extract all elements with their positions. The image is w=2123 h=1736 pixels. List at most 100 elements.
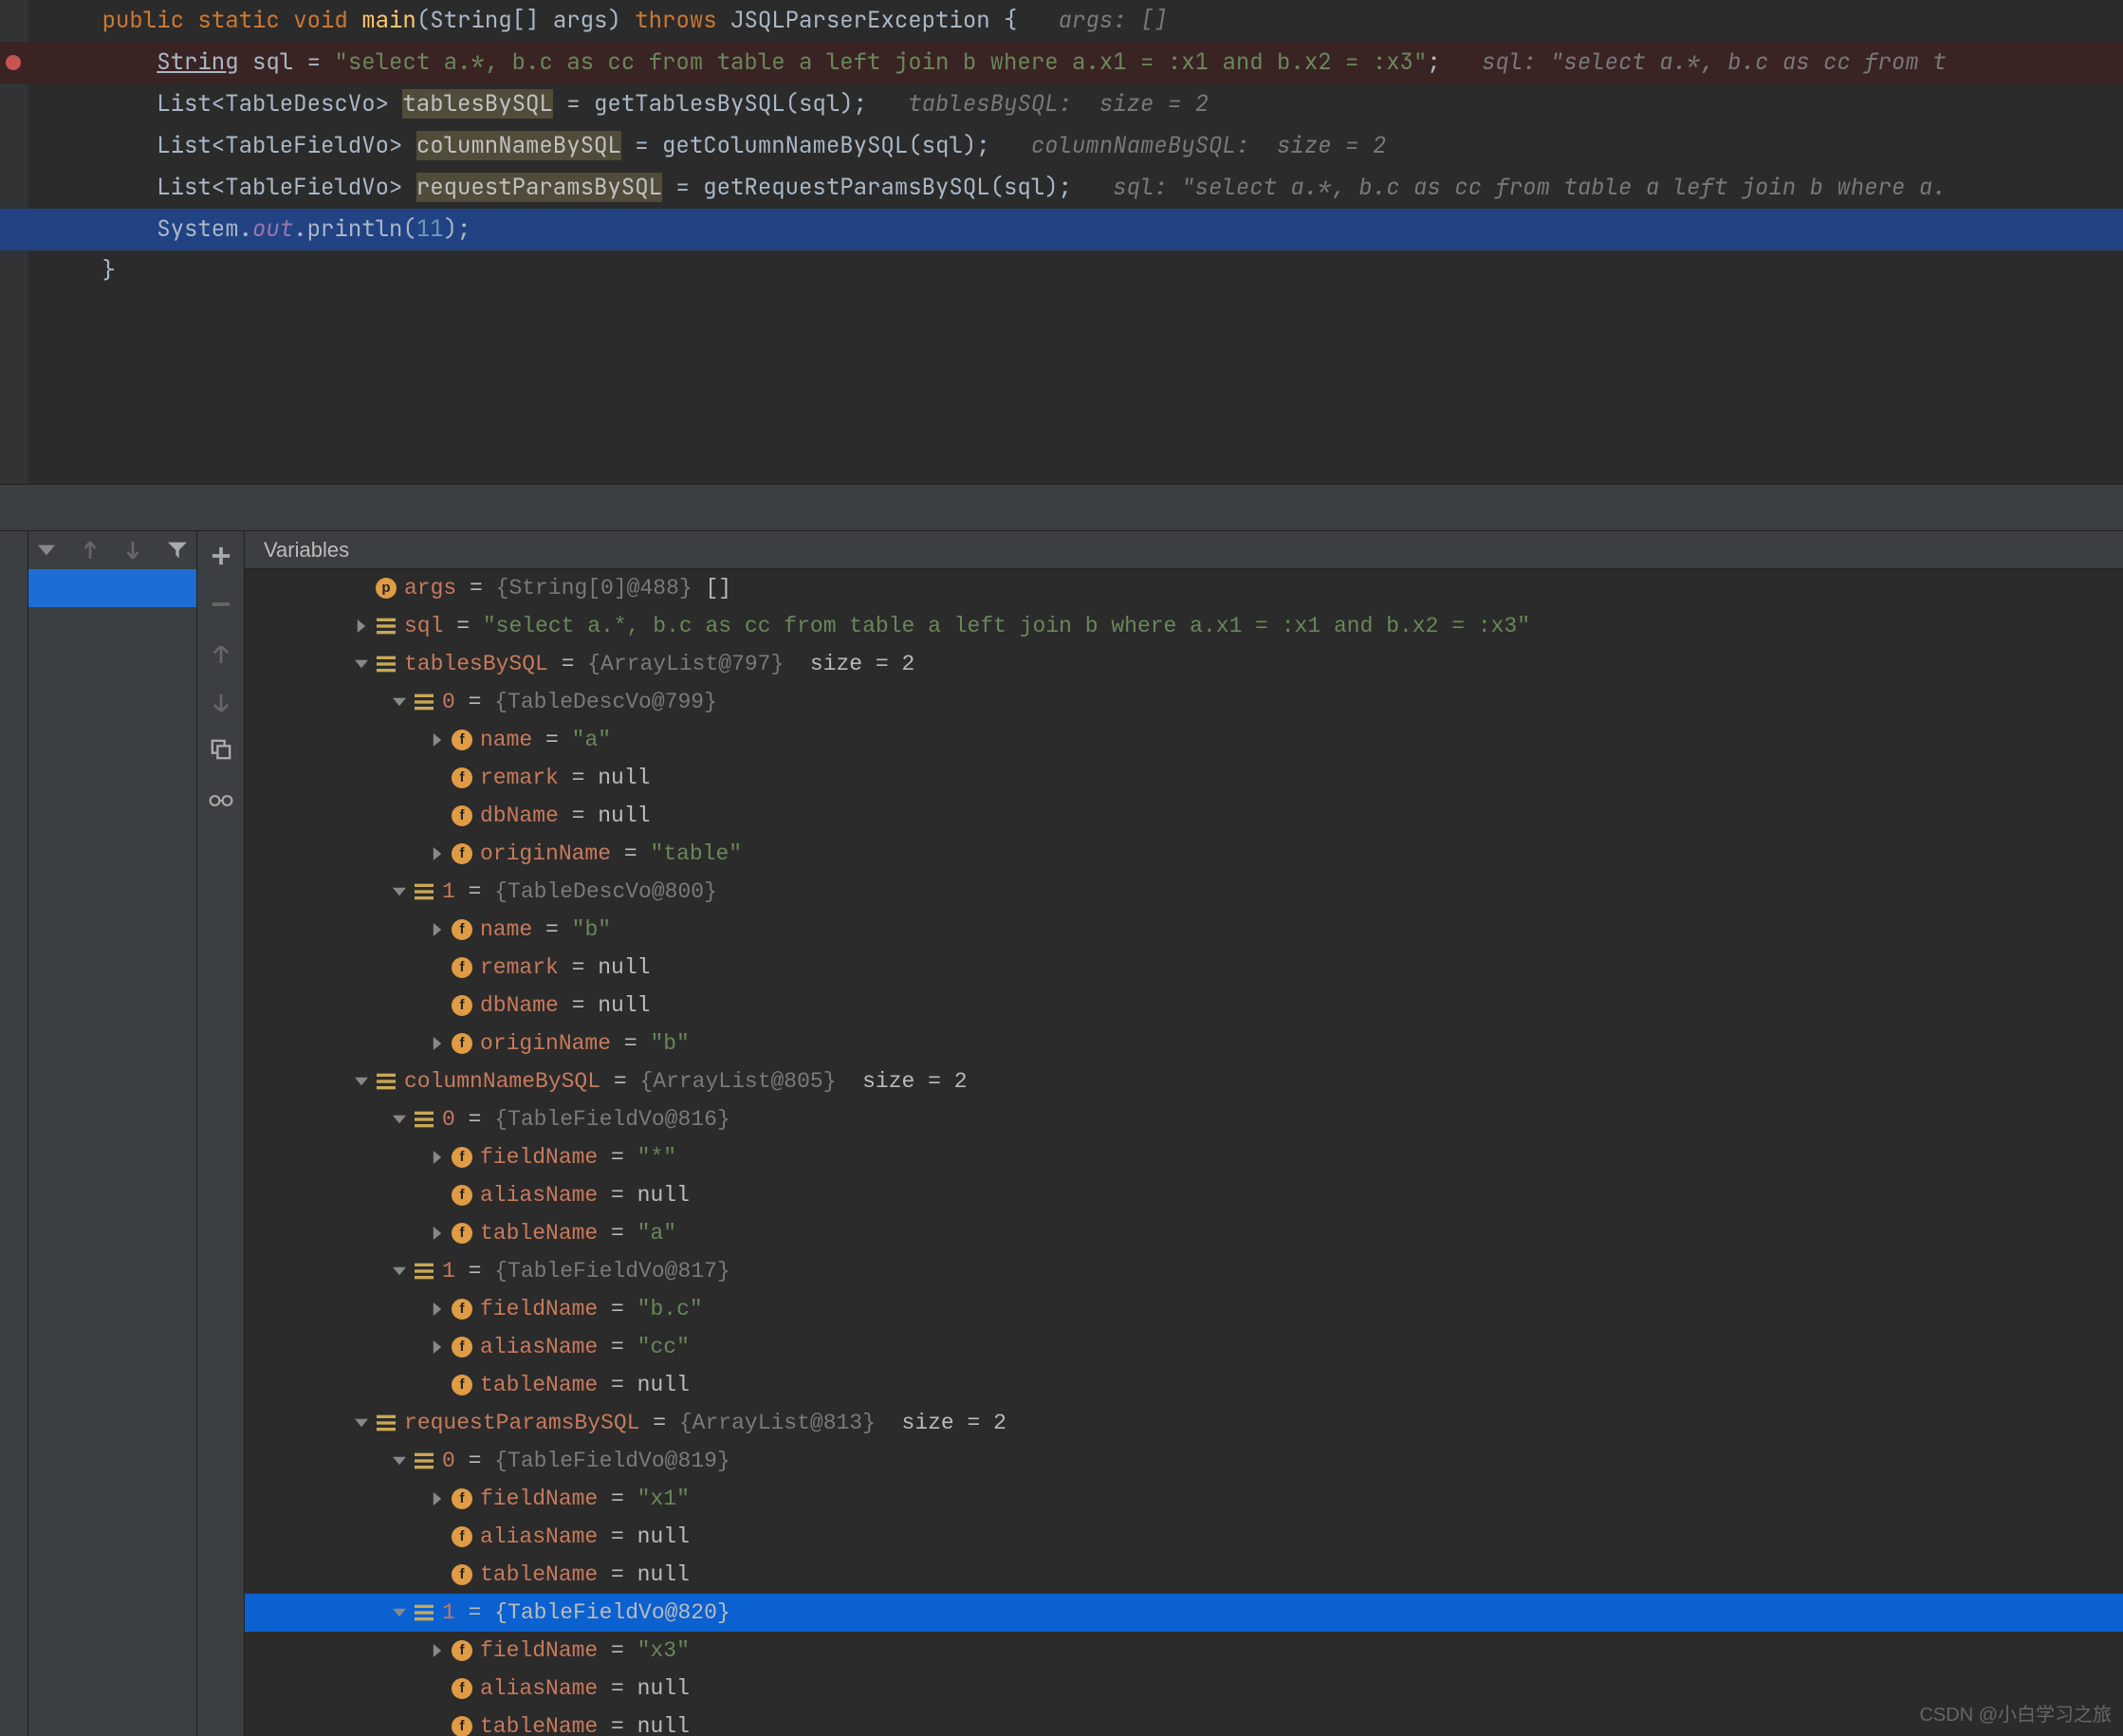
- variable-row[interactable]: faliasName = "cc": [245, 1328, 2123, 1366]
- move-up-icon[interactable]: [212, 641, 230, 671]
- variable-row[interactable]: faliasName = null: [245, 1518, 2123, 1556]
- variable-name: columnNameBySQL: [404, 1062, 600, 1100]
- expand-down-icon[interactable]: [349, 1069, 374, 1094]
- expand-right-icon[interactable]: [425, 1487, 450, 1511]
- variable-row[interactable]: ffieldName = "x3": [245, 1632, 2123, 1670]
- variable-row[interactable]: 1 = {TableFieldVo@817}: [245, 1252, 2123, 1290]
- variable-row[interactable]: 1 = {TableDescVo@800}: [245, 873, 2123, 911]
- debugger-panel: Variables pargs = {String[0]@488} []sql …: [0, 531, 2123, 1736]
- variable-value: size = 2: [797, 645, 914, 683]
- variable-row[interactable]: ffieldName = "b.c": [245, 1290, 2123, 1328]
- variable-row[interactable]: faliasName = null: [245, 1176, 2123, 1214]
- variable-row[interactable]: 0 = {TableFieldVo@816}: [245, 1100, 2123, 1138]
- code-line[interactable]: List<TableFieldVo> requestParamsBySQL = …: [0, 167, 2123, 209]
- code-line[interactable]: }: [0, 250, 2123, 292]
- expand-down-icon[interactable]: [387, 1600, 412, 1625]
- field-icon: f: [450, 1145, 474, 1170]
- code-line[interactable]: List<TableDescVo> tablesBySQL = getTable…: [0, 83, 2123, 125]
- panel-separator: [0, 484, 2123, 531]
- variable-value: "b": [572, 911, 611, 949]
- variable-value: null: [598, 797, 650, 835]
- expand-down-icon[interactable]: [387, 1259, 412, 1284]
- variable-value: []: [705, 569, 731, 607]
- variable-row[interactable]: pargs = {String[0]@488} []: [245, 569, 2123, 607]
- variable-row[interactable]: foriginName = "table": [245, 835, 2123, 873]
- expand-down-icon[interactable]: [387, 1449, 412, 1473]
- code-line[interactable]: System.out.println(11);: [0, 209, 2123, 250]
- next-frame-icon[interactable]: [124, 542, 141, 559]
- variable-value: null: [637, 1518, 690, 1556]
- variable-row[interactable]: 0 = {TableDescVo@799}: [245, 683, 2123, 721]
- variable-type: {TableFieldVo@816}: [494, 1100, 729, 1138]
- code-editor[interactable]: public static void main(String[] args) t…: [0, 0, 2123, 484]
- move-down-icon[interactable]: [212, 690, 230, 719]
- variables-toolbar: [197, 531, 245, 1736]
- variable-row[interactable]: fname = "a": [245, 721, 2123, 759]
- variable-row[interactable]: requestParamsBySQL = {ArrayList@813} siz…: [245, 1404, 2123, 1442]
- variables-tree[interactable]: pargs = {String[0]@488} []sql = "select …: [245, 569, 2123, 1736]
- code-line[interactable]: List<TableFieldVo> columnNameBySQL = get…: [0, 125, 2123, 167]
- frames-collapsed[interactable]: [0, 531, 28, 1736]
- selected-frame[interactable]: [28, 569, 196, 607]
- expand-down-icon[interactable]: [387, 1107, 412, 1132]
- variable-name: dbName: [480, 987, 559, 1025]
- variable-row[interactable]: tablesBySQL = {ArrayList@797} size = 2: [245, 645, 2123, 683]
- variable-name: originName: [480, 835, 611, 873]
- variable-value: "select a.*, b.c as cc from table a left…: [483, 607, 1530, 645]
- variable-name: sql: [404, 607, 443, 645]
- variable-row[interactable]: fname = "b": [245, 911, 2123, 949]
- list-icon: [412, 1449, 436, 1473]
- expand-down-icon[interactable]: [349, 1411, 374, 1435]
- variable-row[interactable]: foriginName = "b": [245, 1025, 2123, 1062]
- variable-row[interactable]: 0 = {TableFieldVo@819}: [245, 1442, 2123, 1480]
- expand-down-icon[interactable]: [349, 652, 374, 676]
- filter-icon[interactable]: [168, 541, 187, 560]
- variable-row[interactable]: ftableName = null: [245, 1556, 2123, 1594]
- variable-name: remark: [480, 759, 559, 797]
- field-icon: f: [450, 803, 474, 828]
- variable-row[interactable]: sql = "select a.*, b.c as cc from table …: [245, 607, 2123, 645]
- variable-row[interactable]: ftableName = null: [245, 1366, 2123, 1404]
- variable-row[interactable]: ftableName = "a": [245, 1214, 2123, 1252]
- thread-dropdown[interactable]: [38, 542, 55, 559]
- variable-row[interactable]: fdbName = null: [245, 987, 2123, 1025]
- variable-value: "b.c": [637, 1290, 703, 1328]
- variable-row[interactable]: faliasName = null: [245, 1670, 2123, 1708]
- expand-right-icon[interactable]: [425, 1031, 450, 1056]
- code-line[interactable]: String sql = "select a.*, b.c as cc from…: [0, 42, 2123, 83]
- variable-row[interactable]: ffieldName = "*": [245, 1138, 2123, 1176]
- variable-value: null: [598, 759, 650, 797]
- variables-tab[interactable]: Variables: [245, 531, 2123, 569]
- variable-value: "x3": [637, 1632, 690, 1670]
- variable-row[interactable]: fremark = null: [245, 759, 2123, 797]
- variable-row[interactable]: fremark = null: [245, 949, 2123, 987]
- remove-watch-icon[interactable]: [211, 593, 231, 622]
- variable-row[interactable]: 1 = {TableFieldVo@820}: [245, 1594, 2123, 1632]
- expand-down-icon[interactable]: [387, 879, 412, 904]
- copy-icon[interactable]: [211, 738, 231, 767]
- variable-row[interactable]: ffieldName = "x1": [245, 1480, 2123, 1518]
- add-watch-icon[interactable]: [211, 545, 231, 574]
- expand-right-icon[interactable]: [425, 1638, 450, 1663]
- expand-right-icon[interactable]: [425, 1145, 450, 1170]
- variable-row[interactable]: columnNameBySQL = {ArrayList@805} size =…: [245, 1062, 2123, 1100]
- expand-right-icon[interactable]: [425, 1335, 450, 1359]
- prev-frame-icon[interactable]: [82, 542, 99, 559]
- code-line[interactable]: public static void main(String[] args) t…: [0, 0, 2123, 42]
- expand-right-icon[interactable]: [349, 614, 374, 638]
- variable-name: aliasName: [480, 1176, 598, 1214]
- breakpoint-icon[interactable]: [6, 55, 21, 70]
- variable-value: size = 2: [889, 1404, 1006, 1442]
- expand-right-icon[interactable]: [425, 841, 450, 866]
- variable-row[interactable]: ftableName = null: [245, 1708, 2123, 1736]
- expand-right-icon[interactable]: [425, 917, 450, 942]
- variable-name: 0: [442, 1100, 455, 1138]
- expand-down-icon[interactable]: [387, 690, 412, 714]
- variable-name: 1: [442, 873, 455, 911]
- expand-right-icon[interactable]: [425, 1221, 450, 1246]
- variable-row[interactable]: fdbName = null: [245, 797, 2123, 835]
- glasses-icon[interactable]: [209, 786, 233, 816]
- variable-name: aliasName: [480, 1670, 598, 1708]
- expand-right-icon[interactable]: [425, 1297, 450, 1321]
- expand-right-icon[interactable]: [425, 728, 450, 752]
